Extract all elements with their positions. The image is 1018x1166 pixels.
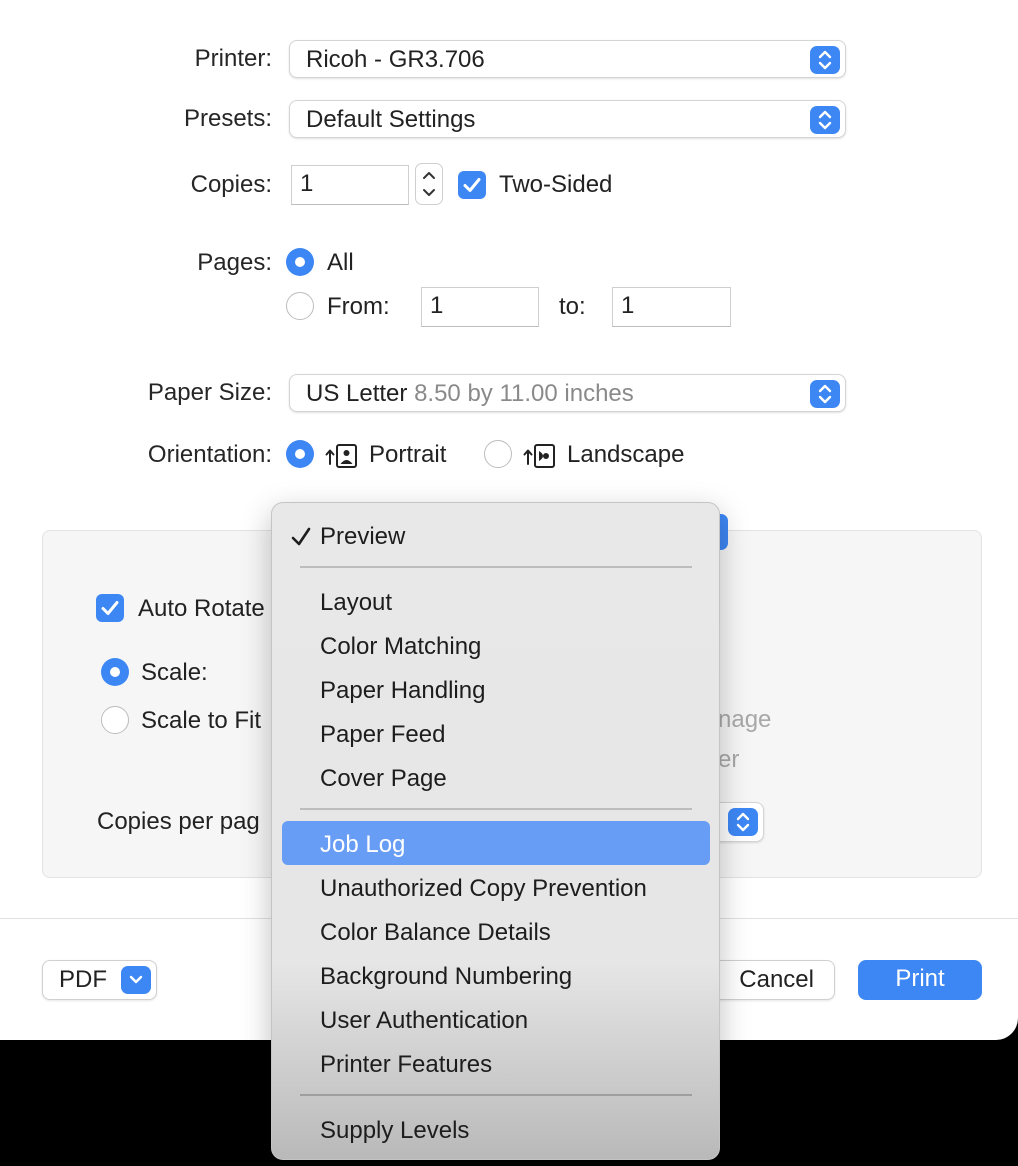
printer-label: Printer: (194, 45, 272, 72)
stepper-arrows-icon (423, 172, 435, 196)
menu-item-layout[interactable]: Layout (320, 589, 392, 617)
updown-chevron-icon (810, 46, 840, 74)
menu-item-job-log[interactable]: Job Log (320, 831, 405, 859)
paper-size-detail: 8.50 by 11.00 inches (414, 380, 634, 407)
landscape-label: Landscape (567, 441, 685, 468)
menu-separator (300, 808, 692, 810)
print-label: Print (895, 965, 945, 992)
portrait-icon (324, 442, 360, 475)
pages-all-label: All (327, 249, 354, 276)
copies-per-page-label: Copies per pag (97, 808, 260, 835)
checkmark-icon (463, 178, 481, 192)
pages-to-label: to: (559, 293, 586, 320)
menu-item-color-matching[interactable]: Color Matching (320, 633, 481, 661)
copies-label: Copies: (190, 171, 272, 198)
scale-to-fit-radio[interactable] (101, 706, 129, 734)
printer-value: Ricoh - GR3.706 (306, 46, 485, 73)
menu-item-unauthorized-copy-prevention[interactable]: Unauthorized Copy Prevention (320, 875, 647, 903)
paper-size-popup[interactable]: US Letter 8.50 by 11.00 inches (289, 374, 846, 412)
menu-separator (300, 1094, 692, 1096)
menu-item-paper-handling[interactable]: Paper Handling (320, 677, 485, 705)
presets-label: Presets: (183, 105, 272, 132)
menu-item-supply-levels[interactable]: Supply Levels (320, 1117, 469, 1145)
orientation-label: Orientation: (147, 441, 272, 468)
section-menu: Preview Layout Color Matching Paper Hand… (271, 502, 720, 1160)
print-button[interactable]: Print (858, 960, 982, 1000)
copies-stepper[interactable] (415, 163, 443, 205)
pages-from-input[interactable]: 1 (421, 287, 539, 327)
menu-separator (300, 566, 692, 568)
menu-item-preview[interactable]: Preview (320, 523, 405, 551)
presets-value: Default Settings (306, 106, 476, 133)
pages-to-input[interactable]: 1 (612, 287, 731, 327)
menu-item-printer-features[interactable]: Printer Features (320, 1051, 492, 1079)
printer-popup[interactable]: Ricoh - GR3.706 (289, 40, 846, 78)
pdf-label: PDF (59, 966, 107, 993)
menu-item-background-numbering[interactable]: Background Numbering (320, 963, 572, 991)
scale-radio[interactable] (101, 658, 129, 686)
auto-rotate-label: Auto Rotate (138, 595, 265, 622)
menu-item-user-authentication[interactable]: User Authentication (320, 1007, 528, 1035)
updown-chevron-icon (728, 808, 758, 836)
cancel-button[interactable]: Cancel (700, 960, 835, 1000)
menu-item-paper-feed[interactable]: Paper Feed (320, 721, 445, 749)
pages-from-label: From: (327, 293, 390, 320)
two-sided-label: Two-Sided (499, 171, 613, 198)
paper-size-value: US Letter (306, 380, 408, 407)
menu-item-color-balance-details[interactable]: Color Balance Details (320, 919, 551, 947)
updown-chevron-icon (810, 106, 840, 134)
presets-popup[interactable]: Default Settings (289, 100, 846, 138)
pages-label: Pages: (197, 249, 272, 276)
landscape-icon (522, 442, 558, 475)
checkmark-icon (101, 601, 119, 615)
chevron-down-icon (121, 966, 151, 994)
fit-option-2-label: er (718, 746, 740, 773)
auto-rotate-checkbox[interactable] (96, 594, 124, 622)
pages-all-radio[interactable] (286, 248, 314, 276)
fit-option-1-label: nage (718, 706, 772, 733)
landscape-radio[interactable] (484, 440, 512, 468)
scale-to-fit-label: Scale to Fit (141, 707, 262, 734)
pdf-menu-button[interactable]: PDF (42, 960, 157, 1000)
checkmark-icon (290, 525, 312, 554)
two-sided-checkbox[interactable] (458, 171, 486, 199)
updown-chevron-icon (810, 380, 840, 408)
portrait-label: Portrait (369, 441, 447, 468)
scale-label: Scale: (141, 659, 208, 686)
pages-from-radio[interactable] (286, 292, 314, 320)
cancel-label: Cancel (739, 966, 814, 993)
portrait-radio[interactable] (286, 440, 314, 468)
paper-size-label: Paper Size: (147, 379, 272, 406)
copies-input[interactable]: 1 (291, 165, 409, 205)
menu-item-cover-page[interactable]: Cover Page (320, 765, 447, 793)
